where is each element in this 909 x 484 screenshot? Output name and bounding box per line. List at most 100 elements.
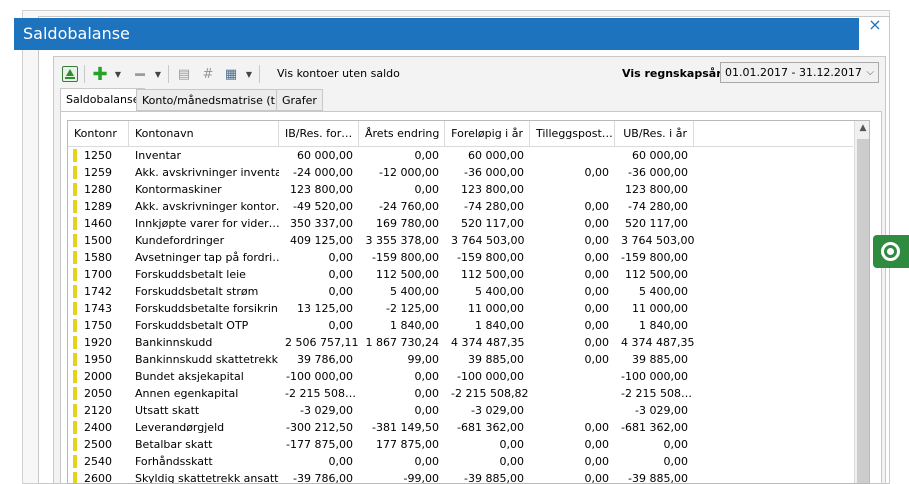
cell-forelopig: -100 000,00 xyxy=(457,370,524,383)
table-row[interactable]: 2050 Annen egenkapital -2 215 508… 0,00 -2 2… xyxy=(68,385,853,402)
row-status-marker xyxy=(73,200,77,213)
table-row[interactable]: 1920 Bankinnskudd 2 506 757,11 1 867 730,24… xyxy=(68,334,853,351)
properties-icon[interactable]: ▤ xyxy=(176,64,192,84)
table-row[interactable]: 2500 Betalbar skatt -177 875,00 177 875,00 0… xyxy=(68,436,853,453)
table-row[interactable]: 2000 Bundet aksjekapital -100 000,00 0,00 -1… xyxy=(68,368,853,385)
table-row[interactable]: 2600 Skyldig skattetrekk ansatte -39 786,0… xyxy=(68,470,853,484)
row-status-marker xyxy=(73,285,77,298)
table-row[interactable]: 1950 Bankinnskudd skattetrekk 39 786,00 99,… xyxy=(68,351,853,368)
fiscal-year-select[interactable]: 01.01.2017 - 31.12.2017 ⌵ xyxy=(720,62,879,83)
cell-kontonr: 1920 xyxy=(84,336,112,349)
add-icon[interactable]: ✚ xyxy=(92,64,108,85)
cell-ub: 5 400,00 xyxy=(639,285,688,298)
remove-icon[interactable]: ━ xyxy=(132,64,148,84)
cell-tilleggspost: 0,00 xyxy=(584,200,610,213)
cell-aarets-endring: -24 760,00 xyxy=(379,200,439,213)
dialog-title: Saldobalanse xyxy=(14,18,859,50)
row-status-marker xyxy=(73,421,77,434)
cell-ub: 60 000,00 xyxy=(632,149,688,162)
cell-ub: 1 840,00 xyxy=(639,319,688,332)
row-status-marker xyxy=(73,353,77,366)
cell-ub: -159 800,00 xyxy=(621,251,688,264)
number-icon[interactable]: # xyxy=(200,64,216,84)
row-status-marker xyxy=(73,336,77,349)
column-header-forelopig[interactable]: Foreløpig i år xyxy=(445,121,530,146)
calculator-dropdown-chevron-icon[interactable]: ▼ xyxy=(245,64,253,84)
column-header-tilleggspost[interactable]: Tilleggspost… xyxy=(530,121,615,146)
remove-dropdown-chevron-icon[interactable]: ▼ xyxy=(154,64,162,84)
table-row[interactable]: 1580 Avsetninger tap på fordri… 0,00 -159 8… xyxy=(68,249,853,266)
table-row[interactable]: 1250 Inventar 60 000,00 0,00 60 000,00 60 000… xyxy=(68,147,853,164)
cell-kontonr: 2400 xyxy=(84,421,112,434)
cell-kontonavn: Akk. avskrivninger kontor… xyxy=(135,200,279,213)
tab-konto-maanedsmatrise[interactable]: Konto/månedsmatrise (tkr) xyxy=(136,89,297,111)
cell-forelopig: -159 800,00 xyxy=(457,251,524,264)
cell-tilleggspost: 0,00 xyxy=(584,302,610,315)
cell-ib: 409 125,00 xyxy=(290,234,353,247)
cell-tilleggspost: 0,00 xyxy=(584,438,610,451)
scroll-thumb[interactable] xyxy=(857,139,869,483)
cell-ub: 3 764 503,00 xyxy=(621,234,694,247)
table-row[interactable]: 1742 Forskuddsbetalt strøm 0,00 5 400,00 5 4… xyxy=(68,283,853,300)
cell-aarets-endring: 99,00 xyxy=(407,353,440,366)
cell-kontonavn: Bundet aksjekapital xyxy=(135,370,244,383)
table-row[interactable]: 1259 Akk. avskrivninger inventar -24 000,0… xyxy=(68,164,853,181)
cell-tilleggspost: 0,00 xyxy=(584,472,610,484)
cell-kontonr: 1700 xyxy=(84,268,112,281)
table-row[interactable]: 2400 Leverandørgjeld -300 212,50 -381 149,5… xyxy=(68,419,853,436)
cell-aarets-endring: -2 125,00 xyxy=(386,302,439,315)
column-header-ib[interactable]: IB/Res. for… xyxy=(279,121,359,146)
tab-grafer[interactable]: Grafer xyxy=(276,89,323,111)
support-chat-button[interactable] xyxy=(873,235,909,268)
vertical-scrollbar[interactable]: ▲ xyxy=(854,121,869,483)
cell-forelopig: 123 800,00 xyxy=(461,183,524,196)
scroll-up-icon[interactable]: ▲ xyxy=(855,123,869,137)
cell-ub: -681 362,00 xyxy=(621,421,688,434)
column-header-kontonavn[interactable]: Kontonavn xyxy=(129,121,279,146)
table-row[interactable]: 1500 Kundefordringer 409 125,00 3 355 378,0… xyxy=(68,232,853,249)
table-row[interactable]: 1280 Kontormaskiner 123 800,00 0,00 123 800,… xyxy=(68,181,853,198)
table-row[interactable]: 2540 Forhåndsskatt 0,00 0,00 0,00 0,00 0,00 xyxy=(68,453,853,470)
cell-ub: 112 500,00 xyxy=(625,268,688,281)
cell-aarets-endring: -99,00 xyxy=(403,472,439,484)
column-header-ub[interactable]: UB/Res. i år xyxy=(615,121,694,146)
cell-tilleggspost: 0,00 xyxy=(584,455,610,468)
column-header-aarets-endring[interactable]: Årets endring xyxy=(359,121,445,146)
cell-aarets-endring: 1 867 730,24 xyxy=(365,336,439,349)
cell-kontonr: 1580 xyxy=(84,251,112,264)
cell-forelopig: 112 500,00 xyxy=(461,268,524,281)
cell-ub: 4 374 487,35 xyxy=(621,336,694,349)
table-row[interactable]: 1289 Akk. avskrivninger kontor… -49 520,00… xyxy=(68,198,853,215)
cell-ib: -100 000,00 xyxy=(286,370,353,383)
tab-saldobalanse[interactable]: Saldobalanse xyxy=(60,88,146,112)
calculator-icon[interactable]: ▦ xyxy=(222,64,240,84)
close-button[interactable]: × xyxy=(866,16,884,34)
cell-ib: 0,00 xyxy=(328,268,354,281)
table-row[interactable]: 1743 Forskuddsbetalte forsikrin… 13 125,00… xyxy=(68,300,853,317)
show-no-balance-toggle[interactable]: Vis kontoer uten saldo xyxy=(277,67,400,80)
row-status-marker xyxy=(73,183,77,196)
table-row[interactable]: 2120 Utsatt skatt -3 029,00 0,00 -3 029,00 -3… xyxy=(68,402,853,419)
table-row[interactable]: 1700 Forskuddsbetalt leie 0,00 112 500,00 11… xyxy=(68,266,853,283)
cell-ib: -300 212,50 xyxy=(286,421,353,434)
row-status-marker xyxy=(73,404,77,417)
cell-ib: 350 337,00 xyxy=(290,217,353,230)
cell-tilleggspost: 0,00 xyxy=(584,336,610,349)
column-header-kontonr[interactable]: Kontonr xyxy=(68,121,129,146)
cell-kontonavn: Forhåndsskatt xyxy=(135,455,213,468)
row-status-marker xyxy=(73,251,77,264)
cell-kontonr: 1280 xyxy=(84,183,112,196)
cell-kontonavn: Kontormaskiner xyxy=(135,183,222,196)
row-status-marker xyxy=(73,234,77,247)
table-row[interactable]: 1750 Forskuddsbetalt OTP 0,00 1 840,00 1 840… xyxy=(68,317,853,334)
cell-tilleggspost: 0,00 xyxy=(584,353,610,366)
add-dropdown-chevron-icon[interactable]: ▼ xyxy=(114,64,122,84)
cell-forelopig: 60 000,00 xyxy=(468,149,524,162)
cell-tilleggspost: 0,00 xyxy=(584,166,610,179)
cell-kontonavn: Avsetninger tap på fordri… xyxy=(135,251,279,264)
cell-ib: 39 786,00 xyxy=(297,353,353,366)
upload-icon[interactable] xyxy=(62,66,78,82)
cell-tilleggspost xyxy=(530,147,615,164)
cell-kontonavn: Forskuddsbetalt strøm xyxy=(135,285,259,298)
table-row[interactable]: 1460 Innkjøpte varer for vider… 350 337,00… xyxy=(68,215,853,232)
